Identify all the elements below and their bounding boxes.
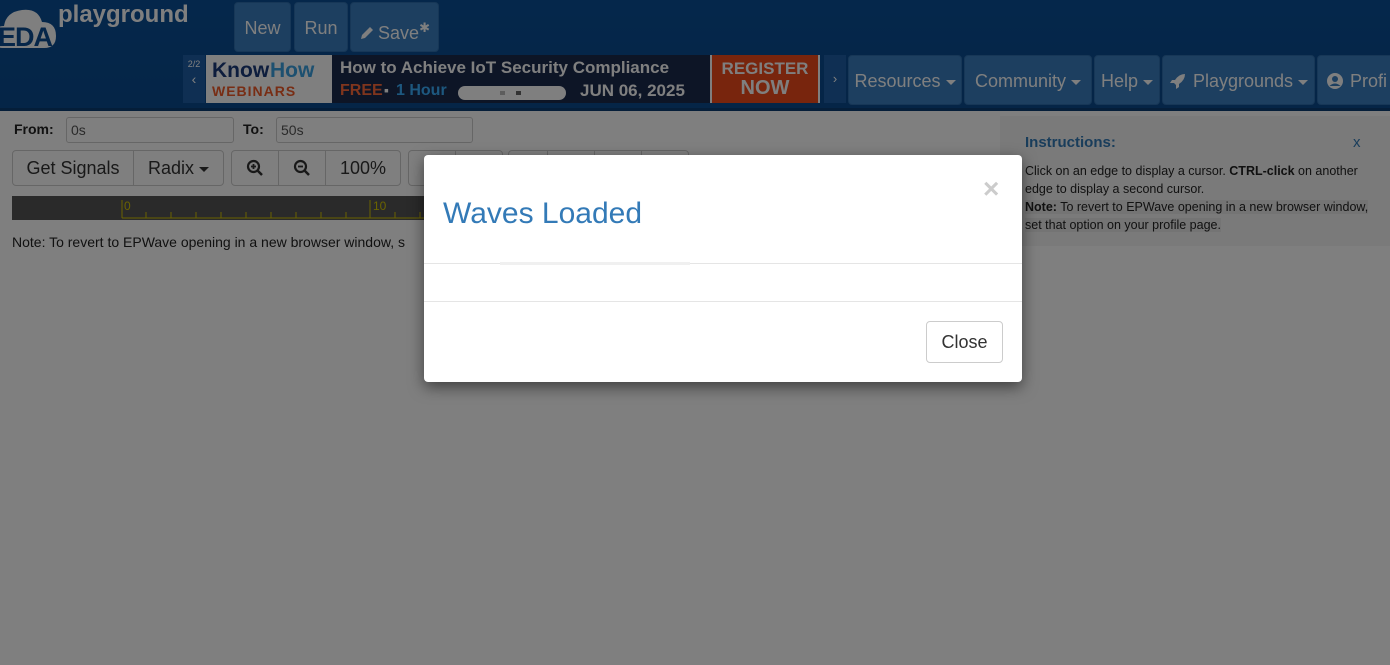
- modal-title: Waves Loaded: [443, 197, 643, 230]
- close-icon[interactable]: ×: [983, 173, 999, 205]
- modal-divider: [424, 301, 1022, 302]
- close-button[interactable]: Close: [926, 321, 1003, 363]
- modal-body: [500, 262, 690, 265]
- waves-loaded-modal: Waves Loaded × Close: [424, 155, 1022, 382]
